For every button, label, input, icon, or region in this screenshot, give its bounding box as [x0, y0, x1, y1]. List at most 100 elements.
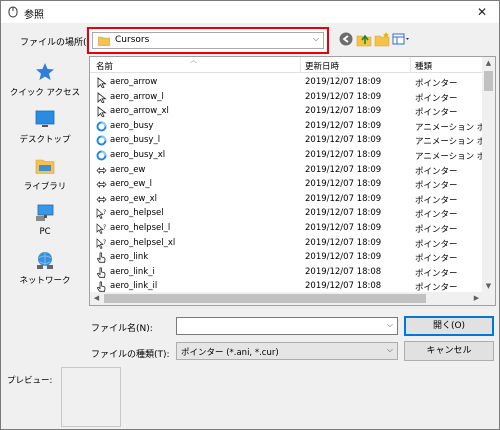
- chevron-down-icon[interactable]: ⌵: [387, 345, 393, 355]
- open-button[interactable]: 開く(O): [404, 316, 494, 336]
- table-row[interactable]: aero_ew_xl 2019/12/07 18:09 ポインター: [90, 192, 483, 207]
- column-separator[interactable]: [410, 57, 411, 73]
- file-type: ポインター: [415, 210, 458, 221]
- file-name: aero_ew_l: [110, 179, 152, 190]
- preview-pane: [61, 367, 121, 427]
- file-name: aero_busy_l: [110, 135, 161, 146]
- file-rows: aero_arrow 2019/12/07 18:09 ポインター aero_arro…: [90, 75, 483, 295]
- column-separator[interactable]: [300, 57, 301, 73]
- help-cursor-icon: ?: [96, 208, 106, 220]
- place-label: ライブラリ: [23, 182, 67, 192]
- star-icon: [36, 63, 54, 80]
- table-row[interactable]: ? aero_helpsel 2019/12/07 18:09 ポインター: [90, 206, 483, 221]
- table-row[interactable]: aero_ew_l 2019/12/07 18:09 ポインター: [90, 177, 483, 192]
- open-dialog: 参照 ✕ ファイルの場所(I): Cursors ⌵ クイック アクセス デスク…: [0, 0, 500, 430]
- table-row[interactable]: aero_arrow 2019/12/07 18:09 ポインター: [90, 75, 483, 90]
- file-date: 2019/12/07 18:09: [305, 77, 382, 87]
- filename-label: ファイル名(N):: [91, 324, 153, 334]
- file-date: 2019/12/07 18:09: [305, 223, 382, 233]
- up-folder-icon[interactable]: [356, 31, 372, 47]
- view-menu-icon[interactable]: [392, 31, 412, 47]
- table-row[interactable]: aero_ew 2019/12/07 18:09 ポインター: [90, 163, 483, 178]
- sort-ascending-icon: ︿: [190, 56, 197, 64]
- place-label: ネットワーク: [19, 276, 71, 286]
- file-type: ポインター: [415, 195, 458, 206]
- table-row[interactable]: aero_arrow_xl 2019/12/07 18:09 ポインター: [90, 104, 483, 119]
- file-name: aero_helpsel_xl: [110, 237, 176, 248]
- place-desktop[interactable]: デスクトップ: [6, 105, 84, 151]
- scrollbar-corner: [482, 292, 495, 305]
- svg-text:?: ?: [103, 239, 106, 246]
- cancel-button[interactable]: キャンセル: [404, 341, 494, 361]
- filename-combobox[interactable]: ⌵: [176, 317, 398, 335]
- desktop-icon: [35, 110, 55, 127]
- file-type: アニメーション ポインター: [415, 137, 483, 148]
- file-date: 2019/12/07 18:09: [305, 135, 382, 146]
- column-header-type[interactable]: 種類: [415, 60, 432, 72]
- pc-icon: [36, 204, 54, 221]
- scroll-up-icon[interactable]: ▲: [482, 57, 495, 70]
- table-row[interactable]: aero_link_i 2019/12/07 18:08 ポインター: [90, 265, 483, 280]
- place-quick-access[interactable]: クイック アクセス: [6, 58, 84, 104]
- table-row[interactable]: aero_arrow_l 2019/12/07 18:09 ポインター: [90, 90, 483, 105]
- file-name: aero_busy: [110, 120, 154, 131]
- location-value: Cursors: [115, 35, 150, 45]
- window-title: 参照: [24, 10, 44, 21]
- file-type: ポインター: [415, 239, 458, 250]
- filetype-label: ファイルの種類(T):: [91, 350, 170, 360]
- file-name: aero_arrow: [110, 77, 158, 87]
- table-row[interactable]: aero_busy 2019/12/07 18:09 アニメーション ポインター: [90, 119, 483, 134]
- preview-label: プレビュー:: [7, 376, 53, 386]
- resize-ew-cursor-icon: [96, 181, 107, 189]
- new-folder-icon[interactable]: [374, 31, 390, 47]
- table-row[interactable]: aero_busy_xl 2019/12/07 18:09 アニメーション ポインタ…: [90, 148, 483, 163]
- file-name: aero_helpsel_l: [110, 223, 171, 233]
- vertical-scroll-thumb[interactable]: [484, 71, 493, 91]
- file-type: ポインター: [415, 254, 458, 265]
- file-type: ポインター: [415, 108, 458, 119]
- column-header-date[interactable]: 更新日時: [305, 60, 339, 72]
- help-cursor-icon: ?: [96, 223, 106, 234]
- place-library[interactable]: ライブラリ: [6, 152, 84, 198]
- back-icon[interactable]: [338, 31, 354, 47]
- horizontal-scroll-thumb[interactable]: [104, 294, 426, 303]
- busy-cursor-icon: [96, 135, 107, 146]
- chevron-down-icon[interactable]: ⌵: [313, 34, 319, 44]
- table-row[interactable]: aero_link 2019/12/07 18:09 ポインター: [90, 250, 483, 265]
- file-type: アニメーション ポインター: [415, 122, 483, 133]
- location-dropdown[interactable]: Cursors ⌵: [92, 32, 324, 49]
- place-pc[interactable]: PC: [6, 199, 84, 245]
- place-label: クイック アクセス: [9, 88, 81, 98]
- file-type: ポインター: [415, 268, 458, 279]
- file-name: aero_busy_xl: [110, 150, 166, 160]
- column-header-name[interactable]: 名前: [96, 60, 113, 72]
- filetype-select[interactable]: ポインター (*.ani, *.cur) ⌵: [176, 342, 398, 360]
- file-date: 2019/12/07 18:08: [305, 281, 382, 292]
- file-list[interactable]: ︿ 名前 更新日時 種類 aero_arrow 2019/12/07 18:09 ポ…: [89, 56, 496, 306]
- list-header: ︿ 名前 更新日時 種類: [90, 56, 483, 73]
- file-date: 2019/12/07 18:09: [305, 106, 382, 117]
- table-row[interactable]: ? aero_helpsel_xl 2019/12/07 18:09 ポインター: [90, 236, 483, 251]
- chevron-down-icon[interactable]: ⌵: [387, 320, 393, 330]
- scroll-left-icon[interactable]: ◀: [90, 292, 103, 305]
- folder-icon: [98, 36, 110, 46]
- places-bar: クイック アクセス デスクトップ ライブラリ PC ネットワーク: [6, 56, 84, 296]
- arrow-cursor-icon: [97, 106, 107, 118]
- arrow-cursor-icon: [97, 91, 107, 103]
- horizontal-scrollbar[interactable]: ◀ ▶: [90, 292, 483, 305]
- file-date: 2019/12/07 18:09: [305, 91, 382, 102]
- close-button[interactable]: ✕: [469, 3, 495, 21]
- hand-cursor-icon: [97, 281, 106, 293]
- help-cursor-icon: ?: [96, 237, 106, 249]
- file-name: aero_ew_xl: [110, 193, 158, 204]
- file-date: 2019/12/07 18:09: [305, 150, 382, 160]
- filename-input[interactable]: [177, 318, 377, 334]
- file-name: aero_link_i: [110, 266, 155, 277]
- file-type: アニメーション ポインター: [415, 152, 483, 162]
- vertical-scrollbar[interactable]: ▲ ▼: [482, 57, 495, 293]
- svg-text:?: ?: [103, 209, 106, 216]
- table-row[interactable]: ? aero_helpsel_l 2019/12/07 18:09 ポインター: [90, 221, 483, 236]
- file-name: aero_arrow_xl: [110, 106, 169, 117]
- table-row[interactable]: aero_busy_l 2019/12/07 18:09 アニメーション ポインター: [90, 133, 483, 148]
- place-network[interactable]: ネットワーク: [6, 246, 84, 292]
